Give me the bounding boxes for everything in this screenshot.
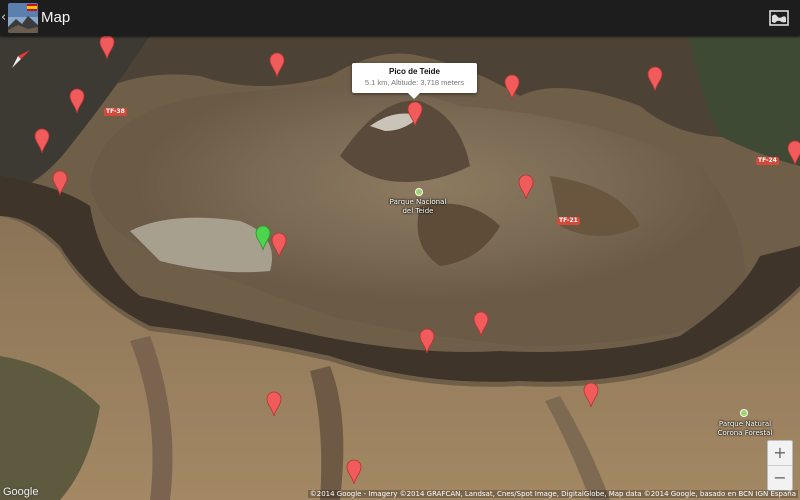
map-pin-icon xyxy=(346,459,362,485)
info-window-subtitle: 5.1 km, Altitude: 3,718 meters xyxy=(364,78,465,87)
map-marker[interactable] xyxy=(647,66,663,92)
map-marker[interactable] xyxy=(346,459,362,485)
info-window[interactable]: Pico de Teide 5.1 km, Altitude: 3,718 me… xyxy=(352,63,477,99)
back-chevron-icon[interactable]: ‹ xyxy=(1,9,6,27)
map-marker[interactable] xyxy=(787,140,800,166)
map-marker-user-location[interactable] xyxy=(255,225,271,251)
map-pin-icon xyxy=(473,311,489,337)
map-marker[interactable] xyxy=(271,232,287,258)
map-pin-icon xyxy=(407,101,423,127)
map-pin-icon xyxy=(518,174,534,200)
compass-button[interactable] xyxy=(6,44,36,74)
map-pin-icon xyxy=(583,382,599,408)
compass-icon xyxy=(12,50,30,68)
map-marker[interactable] xyxy=(99,36,115,60)
map-marker[interactable] xyxy=(266,391,282,417)
map-pin-icon xyxy=(69,88,85,114)
place-dot-parque-nacional xyxy=(415,188,423,196)
map-marker[interactable] xyxy=(52,170,68,196)
map-marker[interactable] xyxy=(473,311,489,337)
map-marker[interactable] xyxy=(518,174,534,200)
map-pin-icon xyxy=(269,52,285,78)
google-logo: Google xyxy=(3,486,39,498)
map-pin-icon xyxy=(787,140,800,166)
map-pin-green-icon xyxy=(255,225,271,251)
map-attribution: ©2014 Google - Imagery ©2014 GRAFCAN, La… xyxy=(307,490,798,498)
map-marker[interactable] xyxy=(419,328,435,354)
map-marker[interactable] xyxy=(504,74,520,100)
road-shield-tf38: TF-38 xyxy=(104,108,127,116)
info-window-title: Pico de Teide xyxy=(389,67,440,76)
map-globe-icon xyxy=(769,10,789,26)
place-label-corona-forestal: Parque Natural Corona Forestal xyxy=(717,420,773,437)
map-view[interactable]: TF-38 TF-24 TF-21 Parque Nacional del Te… xyxy=(0,36,800,500)
map-pin-icon xyxy=(34,128,50,154)
zoom-controls: + − xyxy=(767,440,793,491)
map-type-button[interactable] xyxy=(768,7,790,29)
map-pin-icon xyxy=(271,232,287,258)
map-pin-icon xyxy=(52,170,68,196)
action-bar: ‹ Map xyxy=(0,0,800,36)
map-pin-icon xyxy=(419,328,435,354)
map-marker[interactable] xyxy=(583,382,599,408)
map-pin-icon xyxy=(266,391,282,417)
satellite-terrain xyxy=(0,36,800,500)
map-marker[interactable] xyxy=(69,88,85,114)
app-icon[interactable] xyxy=(8,3,38,33)
map-pin-icon xyxy=(647,66,663,92)
map-marker[interactable] xyxy=(269,52,285,78)
app-title: Map xyxy=(41,9,71,26)
map-pin-icon xyxy=(504,74,520,100)
road-shield-tf24: TF-24 xyxy=(756,157,779,165)
map-pin-icon xyxy=(99,36,115,60)
map-marker-selected[interactable] xyxy=(407,101,423,127)
road-shield-tf21: TF-21 xyxy=(557,217,580,225)
place-dot-corona-forestal xyxy=(740,409,748,417)
map-marker[interactable] xyxy=(34,128,50,154)
zoom-in-button[interactable]: + xyxy=(768,441,792,465)
zoom-out-button[interactable]: − xyxy=(768,465,792,490)
place-label-parque-nacional: Parque Nacional del Teide xyxy=(389,198,447,215)
